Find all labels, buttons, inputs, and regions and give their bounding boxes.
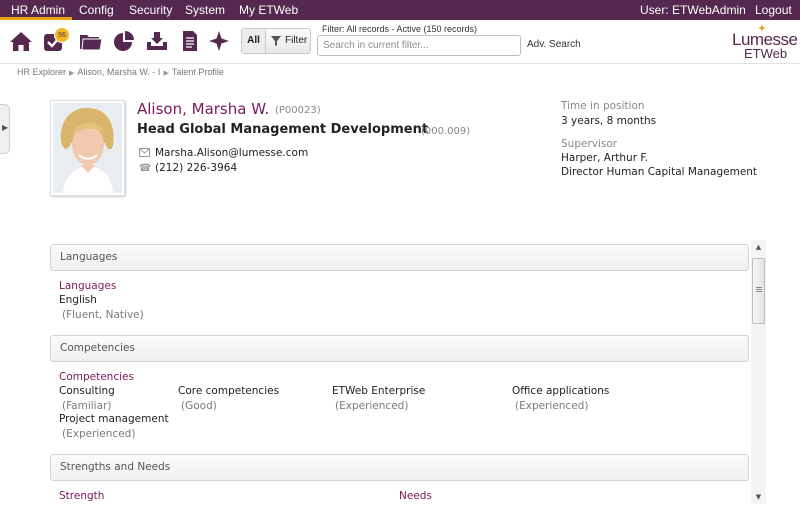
phone-number: (212) 226-3964 — [155, 162, 238, 174]
menu-security[interactable]: Security — [129, 0, 172, 20]
supervisor-name[interactable]: Harper, Arthur F. — [561, 152, 648, 164]
filter-segment: All Filter — [241, 28, 311, 54]
time-in-position-label: Time in position — [561, 100, 645, 112]
competency-level: (Experienced) — [62, 428, 136, 440]
competencies-title: Competencies — [59, 371, 134, 383]
profile-photo — [50, 100, 125, 196]
filter-status: Filter: All records - Active (150 record… — [322, 24, 478, 34]
supervisor-label: Supervisor — [561, 138, 618, 150]
top-menu-bar: HR Admin Config Security System My ETWeb… — [0, 0, 800, 20]
breadcrumb: HR Explorer ▶ Alison, Marsha W. - I ▶ Talent… — [17, 67, 224, 77]
scrollbar-thumb[interactable] — [752, 258, 765, 324]
competency-level: (Good) — [181, 400, 217, 412]
funnel-icon — [271, 36, 281, 46]
language-level: (Fluent, Native) — [62, 309, 144, 321]
document-icon[interactable] — [178, 30, 202, 52]
folders-icon[interactable] — [79, 30, 103, 52]
section-header-languages[interactable]: Languages — [50, 244, 749, 271]
competency-item: ETWeb Enterprise — [332, 385, 426, 397]
time-in-position-value: 3 years, 8 months — [561, 115, 657, 127]
search-input[interactable] — [317, 35, 521, 56]
employee-name: Alison, Marsha W. — [137, 100, 270, 118]
all-button[interactable]: All — [242, 29, 266, 53]
menu-my-etweb[interactable]: My ETWeb — [239, 0, 298, 20]
vertical-scrollbar[interactable]: ▲ ▼ — [751, 240, 766, 504]
competency-item: Consulting — [59, 385, 115, 397]
sparkle-icon[interactable] — [207, 30, 231, 52]
user-label[interactable]: User: ETWebAdmin — [640, 0, 746, 20]
home-icon[interactable] — [9, 30, 33, 52]
menu-hr-admin[interactable]: HR Admin — [11, 0, 65, 20]
lumesse-logo: Lumesse ETWeb — [728, 24, 798, 62]
chevron-right-icon: ▶ — [163, 70, 169, 77]
languages-title: Languages — [59, 280, 117, 292]
phone-icon: ☎ — [139, 163, 152, 174]
chevron-right-icon: ▶ — [2, 123, 9, 132]
competency-item: Office applications — [512, 385, 610, 397]
side-panel-handle[interactable]: ▶ — [0, 104, 10, 154]
menu-system[interactable]: System — [185, 0, 225, 20]
logo-subtext: ETWeb — [744, 46, 788, 61]
chevron-right-icon: ▶ — [69, 70, 75, 77]
grip-icon — [756, 287, 762, 288]
filter-button-label: Filter — [285, 35, 308, 46]
competency-level: (Experienced) — [515, 400, 589, 412]
scroll-down-icon[interactable]: ▼ — [751, 490, 766, 504]
job-id: (000.009) — [421, 126, 471, 137]
competency-level: (Familiar) — [62, 400, 112, 412]
envelope-icon — [139, 148, 150, 157]
strength-title: Strength — [59, 490, 105, 502]
supervisor-title: Director Human Capital Management — [561, 166, 758, 178]
scroll-up-icon[interactable]: ▲ — [751, 240, 766, 254]
toolbar: 56 All Filter Filter: All records - Acti… — [0, 20, 800, 64]
reports-icon[interactable] — [112, 30, 136, 52]
breadcrumb-hr-explorer[interactable]: HR Explorer — [17, 67, 66, 77]
section-header-competencies[interactable]: Competencies — [50, 335, 749, 362]
download-icon[interactable] — [145, 30, 169, 52]
breadcrumb-talent-profile: Talent Profile — [171, 67, 224, 77]
email-link[interactable]: Marsha.Alison@lumesse.com — [155, 147, 308, 159]
employee-id: (P00023) — [275, 105, 321, 116]
competency-item: Core competencies — [178, 385, 280, 397]
filter-button[interactable]: Filter — [267, 29, 311, 53]
breadcrumb-employee[interactable]: Alison, Marsha W. - I — [77, 67, 160, 77]
job-title: Head Global Management Development — [137, 122, 429, 137]
task-count-badge: 56 — [54, 27, 70, 43]
language-item: English — [59, 294, 97, 306]
section-header-strengths-needs[interactable]: Strengths and Needs — [50, 454, 749, 481]
competency-level: (Experienced) — [335, 400, 409, 412]
advanced-search-link[interactable]: Adv. Search — [527, 39, 581, 50]
profile-sections-panel: Languages Languages English (Fluent, Nat… — [49, 240, 751, 516]
logout-link[interactable]: Logout — [755, 0, 792, 20]
person-photo-icon — [53, 103, 122, 193]
menu-config[interactable]: Config — [79, 0, 114, 20]
competency-item: Project management — [59, 413, 169, 425]
needs-title: Needs — [399, 490, 432, 502]
